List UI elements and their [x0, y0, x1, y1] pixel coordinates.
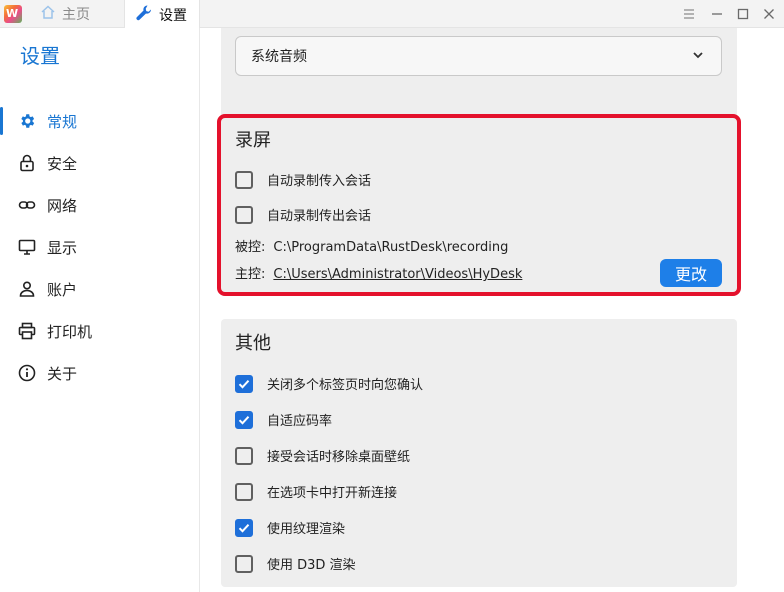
check-icon — [238, 415, 250, 425]
controlled-path-row: 被控: C:\ProgramData\RustDesk\recording — [235, 236, 508, 255]
sidebar-item-label: 常规 — [47, 112, 78, 131]
sidebar-item-label: 安全 — [47, 154, 78, 173]
printer-icon — [18, 322, 36, 340]
controller-label: 主控: — [235, 267, 266, 282]
controlled-label: 被控: — [235, 240, 266, 255]
auto-record-outgoing-option[interactable]: 自动录制传出会话 — [235, 205, 371, 224]
auto-record-incoming-option[interactable]: 自动录制传入会话 — [235, 170, 371, 189]
texture-render-option[interactable]: 使用纹理渲染 — [235, 518, 345, 537]
remove-wallpaper-option[interactable]: 接受会话时移除桌面壁纸 — [235, 446, 410, 465]
confirm-close-tabs-option[interactable]: 关闭多个标签页时向您确认 — [235, 374, 423, 393]
tab-settings-label: 设置 — [159, 7, 187, 24]
checkbox[interactable] — [235, 170, 253, 189]
audio-card: 系统音频 — [221, 28, 737, 120]
option-label: 自动录制传出会话 — [267, 209, 372, 224]
checkbox-checked[interactable] — [235, 374, 253, 393]
other-title: 其他 — [235, 333, 271, 354]
sidebar-title: 设置 — [20, 44, 60, 68]
app-logo: W — [4, 5, 22, 23]
checkbox[interactable] — [235, 482, 253, 501]
link-icon — [18, 196, 36, 214]
option-label: 使用 D3D 渲染 — [267, 558, 356, 573]
checkbox-checked[interactable] — [235, 410, 253, 429]
option-label: 使用纹理渲染 — [267, 522, 346, 537]
home-icon — [40, 4, 56, 24]
gear-icon — [18, 112, 36, 130]
sidebar-item-label: 显示 — [47, 238, 78, 257]
check-icon — [238, 379, 250, 389]
settings-content: 系统音频 录屏 自动录制传入会话 自动录制传出会话 被控: C:\ProgramD… — [201, 28, 784, 592]
audio-source-select[interactable]: 系统音频 — [235, 36, 722, 76]
sidebar-item-label: 打印机 — [47, 322, 93, 341]
sidebar-item-label: 账户 — [47, 280, 78, 299]
option-label: 在选项卡中打开新连接 — [267, 486, 398, 501]
controlled-path: C:\ProgramData\RustDesk\recording — [273, 240, 509, 255]
checkbox-checked[interactable] — [235, 518, 253, 537]
recording-card: 录屏 自动录制传入会话 自动录制传出会话 被控: C:\ProgramData\R… — [217, 114, 741, 296]
checkbox[interactable] — [235, 446, 253, 465]
sidebar-item-security[interactable]: 安全 — [0, 147, 200, 179]
lock-icon — [18, 154, 36, 172]
sidebar-item-printer[interactable]: 打印机 — [0, 315, 200, 347]
tab-home-label: 主页 — [62, 7, 90, 23]
monitor-icon — [18, 238, 36, 256]
info-icon — [18, 364, 36, 382]
sidebar-item-display[interactable]: 显示 — [0, 231, 200, 263]
other-card: 其他 关闭多个标签页时向您确认 自适应码率 接受会话时移除桌面壁纸 在选项卡中打… — [221, 319, 737, 587]
minimize-icon[interactable] — [708, 5, 726, 23]
controller-path-link[interactable]: C:\Users\Administrator\Videos\HyDesk — [273, 267, 522, 282]
checkbox[interactable] — [235, 205, 253, 224]
controller-path-row: 主控: C:\Users\Administrator\Videos\HyDesk — [235, 263, 522, 282]
maximize-icon[interactable] — [734, 5, 752, 23]
d3d-render-option[interactable]: 使用 D3D 渲染 — [235, 554, 356, 573]
option-label: 关闭多个标签页时向您确认 — [267, 378, 424, 393]
audio-source-value: 系统音频 — [251, 49, 307, 65]
checkbox[interactable] — [235, 554, 253, 573]
sidebar-item-network[interactable]: 网络 — [0, 189, 200, 221]
title-bar: W 主页 设置 — [0, 0, 784, 29]
person-icon — [18, 280, 36, 298]
tab-settings[interactable]: 设置 — [124, 0, 200, 29]
change-path-button[interactable]: 更改 — [660, 259, 722, 287]
chevron-down-icon — [692, 49, 704, 65]
close-icon[interactable] — [760, 5, 778, 23]
wrench-icon — [135, 4, 153, 26]
option-label: 接受会话时移除桌面壁纸 — [267, 450, 411, 465]
menu-icon[interactable] — [680, 5, 698, 23]
sidebar-item-about[interactable]: 关于 — [0, 357, 200, 389]
sidebar-item-label: 关于 — [47, 364, 78, 383]
open-in-tab-option[interactable]: 在选项卡中打开新连接 — [235, 482, 397, 501]
sidebar-item-account[interactable]: 账户 — [0, 273, 200, 305]
adaptive-bitrate-option[interactable]: 自适应码率 — [235, 410, 332, 429]
option-label: 自适应码率 — [267, 414, 333, 429]
check-icon — [238, 523, 250, 533]
sidebar-item-general[interactable]: 常规 — [0, 105, 200, 137]
option-label: 自动录制传入会话 — [267, 174, 372, 189]
sidebar: 设置 常规 安全 网络 显示 账户 打印机 关于 — [0, 28, 200, 592]
recording-title: 录屏 — [235, 130, 271, 151]
sidebar-item-label: 网络 — [47, 196, 78, 215]
tab-home[interactable]: 主页 — [40, 0, 90, 28]
